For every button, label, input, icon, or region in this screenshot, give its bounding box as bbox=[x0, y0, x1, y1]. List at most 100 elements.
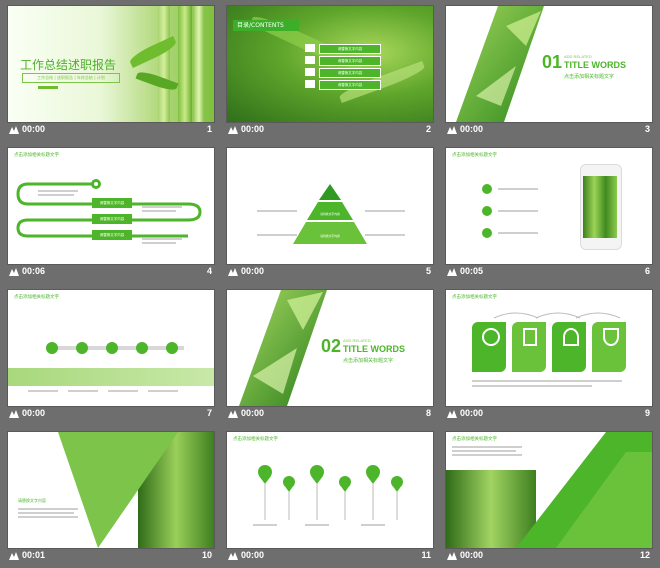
contents-item-1[interactable]: 请替换文字内容 bbox=[319, 44, 381, 54]
section-title-cn: 点击添加相关标题文字 bbox=[343, 358, 394, 364]
slide-thumbnail-2[interactable]: 目录/CONTENTS 请替换文字内容 请替换文字内容 请替换文字内容 请替换文… bbox=[227, 6, 433, 142]
slide-4-canvas[interactable]: 点击添加相关标题文字 请替换文字内容 请替换文字内容 请替换文字内容 bbox=[8, 148, 214, 264]
text-placeholder bbox=[361, 524, 385, 526]
text-placeholder bbox=[365, 234, 405, 236]
text-placeholder bbox=[142, 238, 182, 240]
text-placeholder bbox=[142, 206, 182, 208]
animation-star-icon bbox=[228, 268, 238, 276]
slide-2-canvas[interactable]: 目录/CONTENTS 请替换文字内容 请替换文字内容 请替换文字内容 请替换文… bbox=[227, 6, 433, 122]
animation-star-icon bbox=[228, 552, 238, 560]
slide-duration: 00:00 bbox=[460, 408, 484, 418]
slide-number: 10 bbox=[201, 550, 212, 560]
slide-1-canvas[interactable]: 工作总结述职报告 工作总结 | 述职报告 | 年终总结 | 计划 bbox=[8, 6, 214, 122]
slide-heading: 点击添加相关标题文字 bbox=[452, 437, 497, 442]
text-placeholder bbox=[142, 242, 176, 244]
slide-3-canvas[interactable]: 01 ADD RELATED TITLE WORDS 点击添加相关标题文字 bbox=[446, 6, 652, 122]
animation-star-icon bbox=[9, 552, 19, 560]
slide-5-canvas[interactable]: 请替换文字内容 请替换文字内容 bbox=[227, 148, 433, 264]
text-placeholder bbox=[68, 390, 98, 392]
text-placeholder bbox=[18, 508, 78, 510]
slide-duration: 00:05 bbox=[460, 266, 484, 276]
bamboo-stalk bbox=[178, 6, 192, 122]
slide-duration: 00:00 bbox=[460, 550, 484, 560]
pyramid-level-2-label: 请替换文字内容 bbox=[320, 212, 340, 216]
slide-duration: 00:00 bbox=[22, 124, 46, 134]
bamboo-stalk bbox=[158, 6, 170, 122]
slide-meta: 00:00 12 bbox=[446, 550, 652, 564]
process-step-3-icon bbox=[106, 342, 118, 354]
slide-7-canvas[interactable]: 点击添加相关标题文字 bbox=[8, 290, 214, 406]
animation-star-icon bbox=[228, 126, 238, 134]
slide-number: 12 bbox=[639, 550, 650, 560]
contents-item-3[interactable]: 请替换文字内容 bbox=[319, 68, 381, 78]
slide-duration: 00:00 bbox=[241, 124, 265, 134]
timeline-button-2[interactable]: 请替换文字内容 bbox=[92, 214, 132, 224]
slide-11-canvas[interactable]: 点击添加相关标题文字 bbox=[227, 432, 433, 548]
slide-number: 1 bbox=[206, 124, 212, 134]
section-small-en: ADD RELATED bbox=[564, 54, 592, 59]
slide-8-canvas[interactable]: 02 ADD RELATED TITLE WORDS 点击添加相关标题文字 bbox=[227, 290, 433, 406]
slide-thumbnail-8[interactable]: 02 ADD RELATED TITLE WORDS 点击添加相关标题文字 00… bbox=[227, 290, 433, 426]
slide-number: 8 bbox=[425, 408, 431, 418]
contents-number-4 bbox=[305, 80, 315, 88]
text-placeholder bbox=[498, 232, 538, 234]
text-placeholder bbox=[38, 194, 74, 196]
slide-duration: 00:01 bbox=[22, 550, 46, 560]
slide-duration: 00:00 bbox=[241, 550, 265, 560]
slide-meta: 00:00 8 bbox=[227, 408, 433, 422]
bamboo-stalk bbox=[194, 6, 204, 122]
text-placeholder bbox=[472, 380, 622, 382]
animation-star-icon bbox=[9, 126, 19, 134]
slide-meta: 00:00 9 bbox=[446, 408, 652, 422]
slide-thumbnail-7[interactable]: 点击添加相关标题文字 00:00 7 bbox=[8, 290, 214, 426]
timeline-button-3[interactable]: 请替换文字内容 bbox=[92, 230, 132, 240]
slide-meta: 00:05 6 bbox=[446, 266, 652, 280]
animation-star-icon bbox=[228, 410, 238, 418]
slide-heading: 点击添加相关标题文字 bbox=[14, 295, 59, 300]
slide-thumbnail-6[interactable]: 点击添加相关标题文字 00:05 6 bbox=[446, 148, 652, 284]
slide-number: 9 bbox=[644, 408, 650, 418]
contents-number-1 bbox=[305, 44, 315, 52]
slide-duration: 00:00 bbox=[22, 408, 46, 418]
logo-mark bbox=[38, 86, 58, 89]
slide-12-canvas[interactable]: 点击添加相关标题文字 bbox=[446, 432, 652, 548]
slide-thumbnail-9[interactable]: 点击添加相关标题文字 00:00 9 bbox=[446, 290, 652, 426]
process-step-5-icon bbox=[166, 342, 178, 354]
contents-heading-en: /CONTENTS bbox=[249, 22, 284, 29]
slide-duration: 00:00 bbox=[241, 408, 265, 418]
text-placeholder bbox=[148, 390, 178, 392]
animation-star-icon bbox=[9, 268, 19, 276]
text-placeholder bbox=[452, 450, 516, 452]
contents-item-2[interactable]: 请替换文字内容 bbox=[319, 56, 381, 66]
slide-6-canvas[interactable]: 点击添加相关标题文字 bbox=[446, 148, 652, 264]
slide-thumbnail-10[interactable]: 请替换文字内容 00:01 10 bbox=[8, 432, 214, 568]
hand-icon bbox=[603, 328, 619, 346]
pyramid-level-3-label: 请替换文字内容 bbox=[320, 234, 340, 238]
process-step-2-icon bbox=[76, 342, 88, 354]
process-step-1-icon bbox=[46, 342, 58, 354]
slide-meta: 00:00 2 bbox=[227, 124, 433, 138]
slide-9-canvas[interactable]: 点击添加相关标题文字 bbox=[446, 290, 652, 406]
slide-meta: 00:06 4 bbox=[8, 266, 214, 280]
slide-10-canvas[interactable]: 请替换文字内容 bbox=[8, 432, 214, 548]
phone-screen-bamboo bbox=[583, 176, 617, 238]
text-placeholder bbox=[28, 390, 58, 392]
document-icon bbox=[482, 206, 492, 216]
slide-meta: 00:00 5 bbox=[227, 266, 433, 280]
slide-meta: 00:01 10 bbox=[8, 550, 214, 564]
slide-thumbnail-3[interactable]: 01 ADD RELATED TITLE WORDS 点击添加相关标题文字 00… bbox=[446, 6, 652, 142]
section-title-en: TITLE WORDS bbox=[343, 344, 405, 354]
slide-thumbnail-12[interactable]: 点击添加相关标题文字 00:00 12 bbox=[446, 432, 652, 568]
slide-thumbnail-11[interactable]: 点击添加相关标题文字 00:00 11 bbox=[227, 432, 433, 568]
slide-thumbnail-5[interactable]: 请替换文字内容 请替换文字内容 00:00 5 bbox=[227, 148, 433, 284]
process-step-4-icon bbox=[136, 342, 148, 354]
contents-item-4[interactable]: 请替换文字内容 bbox=[319, 80, 381, 90]
slide-heading: 请替换文字内容 bbox=[18, 498, 46, 503]
slide-subtitle: 工作总结 | 述职报告 | 年终总结 | 计划 bbox=[22, 73, 120, 83]
text-placeholder bbox=[257, 234, 297, 236]
timeline-button-1[interactable]: 请替换文字内容 bbox=[92, 198, 132, 208]
slide-thumbnail-1[interactable]: 工作总结述职报告 工作总结 | 述职报告 | 年终总结 | 计划 00:00 1 bbox=[8, 6, 214, 142]
text-placeholder bbox=[142, 210, 176, 212]
slide-duration: 00:06 bbox=[22, 266, 46, 276]
slide-thumbnail-4[interactable]: 点击添加相关标题文字 请替换文字内容 请替换文字内容 请替换文字内容 00:06… bbox=[8, 148, 214, 284]
